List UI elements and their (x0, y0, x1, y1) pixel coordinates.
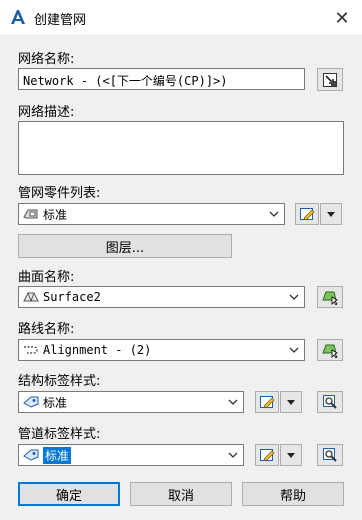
magnifier-icon (323, 395, 337, 409)
pick-surface-button[interactable] (317, 286, 343, 308)
caret-down-icon (287, 453, 295, 458)
parts-list-menu-button[interactable] (320, 203, 342, 225)
pipe-label-style-select[interactable]: 标准 (18, 444, 244, 466)
structure-label-style-select[interactable]: 标准 (18, 391, 244, 413)
close-button[interactable]: ✕ (328, 4, 356, 32)
label-style-icon (23, 396, 39, 408)
alignment-icon (24, 346, 38, 354)
edit-parts-list-button[interactable] (295, 203, 319, 225)
chevron-down-icon (289, 294, 299, 300)
magnifier-icon (323, 448, 337, 462)
structure-label-style-menu-button[interactable] (280, 391, 302, 413)
preview-structure-label-style-button[interactable] (317, 391, 343, 413)
caret-down-icon (327, 212, 335, 217)
chevron-down-icon (269, 211, 279, 217)
surface-name-value: Surface2 (43, 290, 101, 304)
edit-name-template-button[interactable] (317, 68, 343, 91)
pick-from-drawing-icon (322, 344, 338, 358)
alignment-name-select[interactable]: Alignment - (2) (18, 339, 305, 361)
parts-list-label: 管网零件列表: (18, 186, 101, 201)
pipe-label-style-label: 管道标签样式: (18, 427, 101, 442)
window-title: 创建管网 (34, 13, 87, 28)
pipe-label-style-value: 标准 (43, 446, 72, 464)
structure-label-style-value: 标准 (43, 395, 68, 410)
chevron-down-icon (228, 399, 238, 405)
edit-style-icon (260, 449, 275, 462)
title-bar: 创建管网 ✕ (0, 0, 362, 36)
caret-down-icon (287, 400, 295, 405)
preview-pipe-label-style-button[interactable] (317, 444, 343, 466)
network-name-input[interactable]: Network - (<[下一个编号(CP)]>) (18, 68, 305, 90)
edit-structure-label-style-button[interactable] (255, 391, 279, 413)
alignment-name-value: Alignment - (2) (43, 343, 152, 357)
pick-from-drawing-icon (322, 291, 338, 305)
autocad-app-icon (11, 10, 25, 24)
pipe-label-style-menu-button[interactable] (280, 444, 302, 466)
parts-list-value: 标准 (43, 207, 68, 222)
parts-list-icon (23, 209, 38, 219)
network-name-label: 网络名称: (18, 52, 75, 67)
cancel-button[interactable]: 取消 (130, 482, 232, 506)
edit-style-icon (300, 208, 315, 221)
alignment-name-label: 路线名称: (18, 322, 75, 337)
surface-name-select[interactable]: Surface2 (18, 286, 305, 308)
chevron-down-icon (289, 347, 299, 353)
parts-list-select[interactable]: 标准 (18, 203, 285, 225)
pick-alignment-button[interactable] (317, 339, 343, 361)
chevron-down-icon (228, 452, 238, 458)
edit-style-icon (260, 396, 275, 409)
network-description-input[interactable] (18, 121, 344, 175)
network-description-label: 网络描述: (18, 105, 75, 120)
surface-name-label: 曲面名称: (18, 270, 75, 285)
structure-label-style-label: 结构标签样式: (18, 374, 101, 389)
name-template-icon (323, 72, 337, 87)
close-icon: ✕ (334, 7, 350, 29)
ok-button[interactable]: 确定 (18, 482, 120, 506)
help-button[interactable]: 帮助 (242, 482, 344, 506)
surface-icon (23, 292, 39, 303)
label-style-icon (23, 449, 39, 461)
layers-button[interactable]: 图层... (18, 234, 232, 258)
edit-pipe-label-style-button[interactable] (255, 444, 279, 466)
